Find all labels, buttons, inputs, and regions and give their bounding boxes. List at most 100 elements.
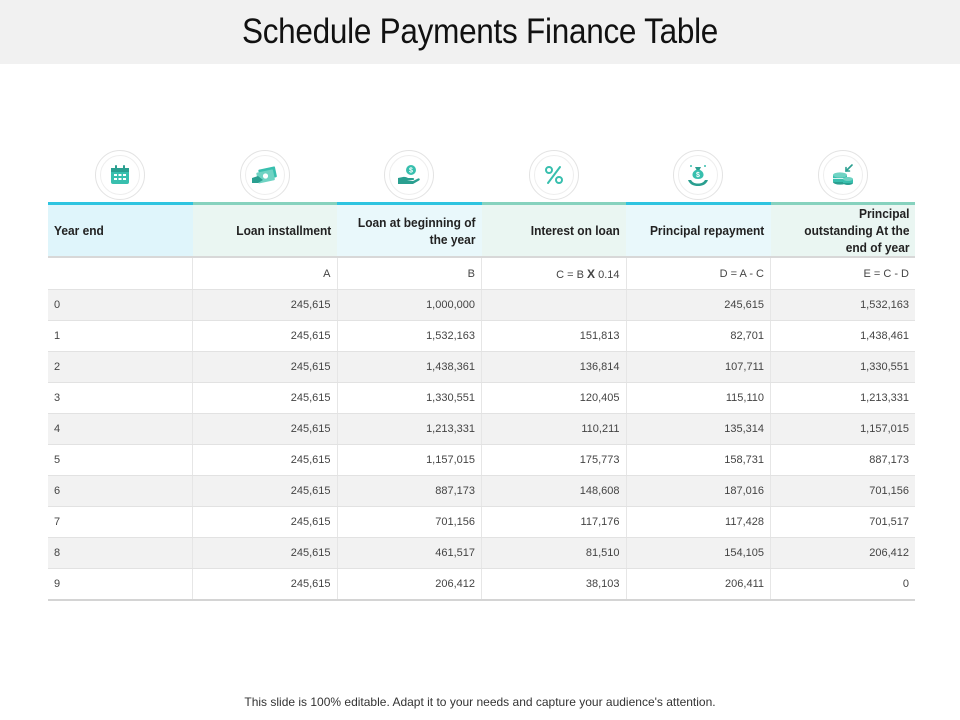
table-cell: 107,711 xyxy=(625,351,771,383)
table-row: 6 245,615 887,173 148,608 187,016 701,156 xyxy=(48,475,915,507)
table-row: 0 245,615 1,000,000 245,615 1,532,163 xyxy=(48,289,915,321)
table-cell: 206,412 xyxy=(770,537,915,569)
table-cell: 701,156 xyxy=(336,506,482,538)
icon-circle: $ xyxy=(673,150,724,200)
header-year-end: Year end xyxy=(48,202,193,258)
table-cell: 1,438,461 xyxy=(770,320,915,352)
icon-circle xyxy=(95,150,146,200)
table-cell: 117,176 xyxy=(481,506,626,538)
svg-text:$: $ xyxy=(696,172,700,179)
calendar-icon xyxy=(111,165,130,184)
icon-cell-percent xyxy=(482,150,627,200)
header-principal-repayment: Principal repayment xyxy=(626,202,771,258)
header-interest: Interest on loan xyxy=(481,202,626,258)
table-cell: 206,411 xyxy=(625,568,771,601)
finance-table: Year end Loan installment Loan at beginn… xyxy=(48,202,915,601)
table-row: 3 245,615 1,330,551 120,405 115,110 1,213,331 xyxy=(48,382,915,414)
icon-cell-cash xyxy=(193,150,338,200)
icon-cell-money-hand: $ xyxy=(337,150,482,200)
header-principal-outstanding: Principal outstanding At the end of year xyxy=(770,202,915,258)
table-row: 4 245,615 1,213,331 110,211 135,314 1,157,015 xyxy=(48,413,915,445)
table-cell: 110,211 xyxy=(481,413,626,445)
table-cell: 1,532,163 xyxy=(336,320,482,352)
table-cell: 1,330,551 xyxy=(336,382,482,414)
table-cell: 8 xyxy=(48,537,193,569)
table-cell: 136,814 xyxy=(481,351,626,383)
table-cell: 461,517 xyxy=(336,537,482,569)
svg-text:$: $ xyxy=(409,168,413,175)
icon-circle: $ xyxy=(384,150,435,200)
table-cell: 1,438,361 xyxy=(336,351,482,383)
table-cell: 0 xyxy=(48,289,193,321)
icon-cell-calendar xyxy=(48,150,193,200)
formula-cell-year xyxy=(48,257,193,290)
table-row: 5 245,615 1,157,015 175,773 158,731 887,173 xyxy=(48,444,915,476)
table-row: 7 245,615 701,156 117,176 117,428 701,517 xyxy=(48,506,915,538)
table-cell: 187,016 xyxy=(625,475,771,507)
formula-row: A B C = B X 0.14 D = A - C E = C - D xyxy=(48,257,915,290)
table-cell: 6 xyxy=(48,475,193,507)
icon-circle xyxy=(817,150,868,200)
table-cell: 245,615 xyxy=(192,444,337,476)
table-cell: 701,517 xyxy=(770,506,915,538)
icon-circle xyxy=(239,150,290,200)
formula-cell-e: E = C - D xyxy=(770,257,915,290)
table-cell: 245,615 xyxy=(192,413,337,445)
table-cell: 81,510 xyxy=(481,537,626,569)
table-cell: 887,173 xyxy=(336,475,482,507)
table-cell: 7 xyxy=(48,506,193,538)
table-cell: 175,773 xyxy=(481,444,626,476)
icon-cell-money-bag-hand: $ xyxy=(626,150,771,200)
table-row: 8 245,615 461,517 81,510 154,105 206,412 xyxy=(48,537,915,569)
table-cell: 245,615 xyxy=(192,568,337,601)
table-cell: 117,428 xyxy=(625,506,771,538)
table-header-row: Year end Loan installment Loan at beginn… xyxy=(48,202,915,258)
money-hand-icon: $ xyxy=(398,165,420,184)
table-cell: 245,615 xyxy=(192,506,337,538)
formula-cell-b: B xyxy=(336,257,482,290)
table-cell: 887,173 xyxy=(770,444,915,476)
table-cell: 245,615 xyxy=(192,537,337,569)
table-row: 9 245,615 206,412 38,103 206,411 0 xyxy=(48,568,915,601)
header-loan-beginning: Loan at beginning of the year xyxy=(337,202,482,258)
table-cell: 245,615 xyxy=(192,475,337,507)
footer-note: This slide is 100% editable. Adapt it to… xyxy=(244,695,716,709)
percent-icon xyxy=(544,166,563,184)
table-row: 1 245,615 1,532,163 151,813 82,701 1,438,461 xyxy=(48,320,915,352)
table-cell: 5 xyxy=(48,444,193,476)
table-cell: 245,615 xyxy=(192,382,337,414)
table-cell: 0 xyxy=(770,568,915,601)
table-cell: 148,608 xyxy=(481,475,626,507)
formula-cell-d: D = A - C xyxy=(625,257,771,290)
table-cell: 245,615 xyxy=(625,289,771,321)
page-title: Schedule Payments Finance Table xyxy=(241,12,719,51)
table-row: 2 245,615 1,438,361 136,814 107,711 1,330,551 xyxy=(48,351,915,383)
formula-cell-a: A xyxy=(192,257,337,290)
table-cell: 206,412 xyxy=(336,568,482,601)
icon-row: $ $ xyxy=(48,150,915,200)
table-cell: 1 xyxy=(48,320,193,352)
formula-cell-c: C = B X 0.14 xyxy=(481,257,626,290)
table-cell: 1,157,015 xyxy=(770,413,915,445)
icon-circle xyxy=(528,150,579,200)
table-cell: 82,701 xyxy=(625,320,771,352)
table-cell: 3 xyxy=(48,382,193,414)
table-cell: 701,156 xyxy=(770,475,915,507)
table-cell: 158,731 xyxy=(625,444,771,476)
table-cell xyxy=(481,289,626,321)
coins-icon xyxy=(832,164,853,185)
table-cell: 245,615 xyxy=(192,320,337,352)
table-cell: 4 xyxy=(48,413,193,445)
table-cell: 154,105 xyxy=(625,537,771,569)
table-cell: 1,157,015 xyxy=(336,444,482,476)
table-cell: 245,615 xyxy=(192,289,337,321)
table-cell: 120,405 xyxy=(481,382,626,414)
table-cell: 1,213,331 xyxy=(770,382,915,414)
table-cell: 115,110 xyxy=(625,382,771,414)
table-cell: 2 xyxy=(48,351,193,383)
cash-icon xyxy=(251,166,277,184)
table-cell: 245,615 xyxy=(192,351,337,383)
icon-cell-coins xyxy=(771,150,916,200)
header-loan-installment: Loan installment xyxy=(192,202,337,258)
table-cell: 151,813 xyxy=(481,320,626,352)
